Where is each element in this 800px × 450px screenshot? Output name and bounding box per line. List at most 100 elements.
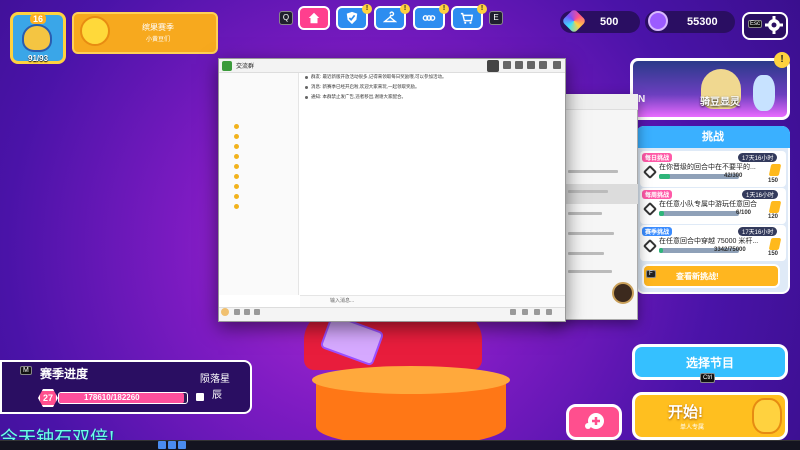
chat-input-placeholder: 输入消息... bbox=[330, 298, 355, 304]
chat-list-item[interactable] bbox=[568, 170, 618, 173]
challenge-tag: 每周挑战 bbox=[642, 190, 673, 199]
emoji-icon bbox=[234, 204, 239, 209]
season-next-reward: 陨落星 辰 bbox=[200, 372, 230, 404]
challenges-title: 挑战 bbox=[636, 126, 790, 148]
hanger-icon bbox=[383, 11, 397, 23]
chat-message: 群友: 最近新版开放活动很多,记得来领取每日奖励哦,可以参加活动。 bbox=[311, 74, 447, 79]
event-subtitle: 小黄豆们 bbox=[146, 37, 171, 43]
challenge-reward: 150 bbox=[768, 251, 779, 257]
view-challenges-key: F bbox=[646, 270, 656, 278]
start-label: 开始! bbox=[668, 404, 703, 421]
emoji-icon bbox=[234, 124, 239, 129]
home-icon bbox=[308, 12, 320, 24]
gems-value: 500 bbox=[600, 16, 619, 28]
chat-list-item[interactable] bbox=[568, 232, 614, 235]
minimize-icon[interactable] bbox=[539, 61, 547, 69]
kudos-value: 55300 bbox=[687, 16, 718, 28]
nav-left-key: Q bbox=[279, 11, 293, 25]
taskbar-app-icon[interactable] bbox=[158, 441, 166, 449]
store-notif: ! bbox=[477, 4, 487, 14]
chat-window-title: 交流群 bbox=[236, 64, 255, 70]
season-key: M bbox=[20, 366, 32, 375]
challenge-timer: 17天16小时 bbox=[738, 153, 778, 162]
bean-avatar-icon bbox=[22, 24, 52, 52]
nav-home-button[interactable] bbox=[298, 6, 330, 30]
chat-list-item[interactable] bbox=[568, 270, 612, 273]
taskbar bbox=[0, 440, 800, 450]
image-icon[interactable] bbox=[244, 309, 250, 315]
toolbar-icon[interactable] bbox=[515, 61, 523, 69]
party-notif: ! bbox=[439, 4, 449, 14]
app-logo-icon bbox=[222, 61, 232, 71]
emoji-icon bbox=[234, 154, 239, 159]
emoji-icon bbox=[234, 184, 239, 189]
season-xp: 178610/182260 bbox=[84, 393, 140, 402]
challenge-progress-fill bbox=[659, 211, 664, 216]
challenge-reward: 150 bbox=[768, 178, 779, 184]
challenge-text: 在你晋级的回合中在不要平的... bbox=[659, 164, 756, 171]
avatar[interactable] bbox=[221, 308, 229, 316]
file-icon[interactable] bbox=[254, 309, 260, 315]
player-level: 16 bbox=[30, 14, 47, 24]
challenge-timer: 1天16小时 bbox=[742, 190, 779, 199]
chat-message: 通知: 本群禁止发广告,违者移出,谢谢大家配合。 bbox=[311, 94, 406, 99]
emoji-icon bbox=[234, 144, 239, 149]
orange-icon bbox=[80, 16, 110, 46]
bean-character-icon bbox=[753, 75, 775, 111]
list-icon[interactable] bbox=[546, 309, 552, 315]
settings-key: Esc bbox=[748, 20, 763, 28]
chat-list-item[interactable] bbox=[568, 190, 608, 193]
chat-window-titlebar[interactable] bbox=[219, 59, 565, 73]
home-icon[interactable] bbox=[487, 60, 499, 72]
event-title: 缤果赛季 bbox=[142, 23, 174, 32]
challenge-tag: 赛季挑战 bbox=[642, 227, 673, 236]
cart-icon bbox=[460, 12, 474, 24]
emoji-icon bbox=[234, 174, 239, 179]
list-icon[interactable] bbox=[534, 309, 540, 315]
avatar[interactable] bbox=[612, 282, 634, 304]
link-icon bbox=[422, 15, 436, 21]
toolbar-icon[interactable] bbox=[527, 61, 535, 69]
promo-card[interactable] bbox=[630, 58, 790, 120]
emoji-icon[interactable] bbox=[234, 309, 240, 315]
toolbar-icon[interactable] bbox=[503, 61, 511, 69]
group-member-tree[interactable] bbox=[219, 73, 299, 295]
nav-right-key: E bbox=[489, 11, 503, 25]
season-next-line1: 陨落星 bbox=[200, 374, 230, 385]
view-challenges-label: 查看新挑战! bbox=[676, 272, 719, 281]
promo-label: 骑豆显灵 bbox=[700, 97, 740, 108]
select-show-key: Ctrl bbox=[700, 373, 716, 383]
chat-list-item[interactable] bbox=[568, 212, 602, 215]
challenge-progress: 3342/75000 bbox=[714, 247, 746, 253]
challenge-text: 在任意回合中穿越 75000 米杆... bbox=[659, 238, 759, 245]
stage-top bbox=[312, 366, 510, 394]
shield-check-icon bbox=[346, 11, 358, 25]
challenge-text: 在任意小队专属中游玩任意回合 bbox=[659, 201, 757, 208]
customize-notif: ! bbox=[400, 4, 410, 14]
close-icon[interactable] bbox=[553, 61, 561, 69]
message-bullet bbox=[305, 96, 308, 99]
taskbar-app-icon[interactable] bbox=[178, 441, 186, 449]
promo-key: N bbox=[638, 94, 646, 105]
bean-character-icon bbox=[752, 398, 782, 434]
challenge-tag: 每日挑战 bbox=[642, 153, 673, 162]
taskbar-app-icon[interactable] bbox=[168, 441, 176, 449]
chat-list-item[interactable] bbox=[568, 252, 604, 255]
emoji-icon bbox=[234, 194, 239, 199]
settings-icon[interactable] bbox=[510, 309, 516, 315]
chat-message: 消息: 新赛季已经开启啦,欢迎大家来玩,一起领取奖励。 bbox=[311, 84, 420, 89]
challenge-progress-fill bbox=[659, 248, 663, 253]
challenge-reward: 120 bbox=[768, 214, 779, 220]
gear-icon bbox=[765, 16, 783, 34]
emoji-icon bbox=[234, 134, 239, 139]
message-bullet bbox=[305, 76, 308, 79]
add-friend-icon bbox=[585, 413, 604, 429]
chat-list-selected[interactable] bbox=[566, 184, 638, 204]
season-next-line2: 辰 bbox=[212, 390, 222, 401]
player-xp: 91/93 bbox=[28, 54, 49, 63]
challenge-progress-fill bbox=[659, 174, 670, 179]
challenge-progress-track bbox=[659, 211, 739, 216]
list-icon[interactable] bbox=[522, 309, 528, 315]
kudos-icon bbox=[648, 11, 668, 31]
promo-notif: ! bbox=[774, 52, 790, 68]
